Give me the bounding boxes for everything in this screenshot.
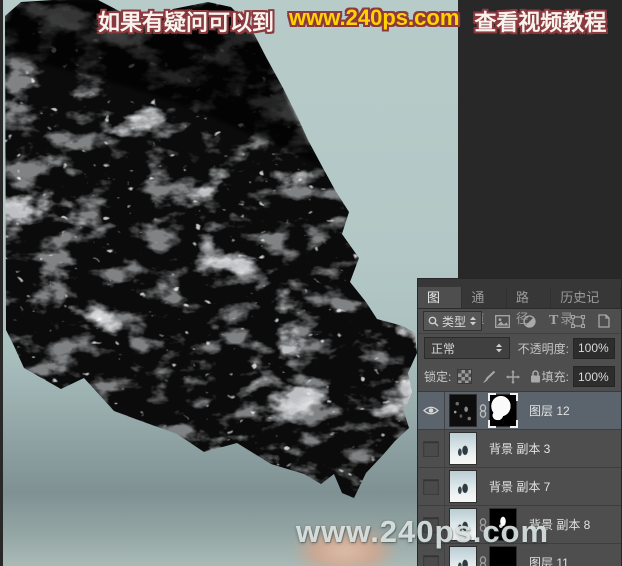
site-watermark: www.240ps.com <box>296 514 550 549</box>
page-icon <box>598 314 611 328</box>
layer-row[interactable]: 背景 副本 3 <box>418 430 621 468</box>
tab-channels[interactable]: 通道 <box>462 287 507 326</box>
filter-combo-label: 类型 <box>442 314 467 329</box>
mask-selection-corner <box>510 420 518 428</box>
shape-icon <box>571 314 586 328</box>
mask-selection-corner <box>488 393 496 401</box>
image-icon <box>495 314 510 328</box>
blend-mode-select[interactable]: 正常 <box>424 337 510 359</box>
mask-link-container <box>477 403 489 418</box>
visibility-toggle[interactable] <box>418 468 445 505</box>
lock-all-button[interactable] <box>530 370 541 383</box>
tutorial-banner: 如果有疑问可以到 www.240ps.com 查看视频教程 <box>98 5 606 37</box>
brush-icon <box>483 370 496 383</box>
visibility-empty-well <box>423 554 439 566</box>
mask-selection-corner <box>488 420 496 428</box>
fill-value[interactable]: 100% <box>573 366 615 387</box>
filter-adjustment-button[interactable] <box>523 314 536 328</box>
adjustment-circle-icon <box>523 314 536 328</box>
layer-thumbnail[interactable] <box>449 432 477 465</box>
lock-position-button[interactable] <box>506 369 521 384</box>
chain-link-icon <box>479 555 487 566</box>
filter-icon-buttons: T <box>495 313 611 329</box>
tab-paths[interactable]: 路径 <box>507 287 552 326</box>
layer-name[interactable]: 图层 11 <box>529 554 569 566</box>
lock-transparency-icon[interactable] <box>457 369 473 384</box>
opacity-value[interactable]: 100% <box>573 337 615 359</box>
tab-history[interactable]: 历史记录 <box>551 287 622 326</box>
opacity-label: 不透明度: <box>517 341 569 356</box>
move-cross-icon <box>506 369 521 384</box>
eye-icon <box>423 406 439 415</box>
filter-shape-button[interactable] <box>571 314 586 328</box>
layer-name[interactable]: 背景 副本 7 <box>489 478 550 495</box>
visibility-toggle[interactable] <box>418 430 445 467</box>
fill-label: 填充: <box>541 370 569 384</box>
banner-prefix: 如果有疑问可以到 <box>98 10 275 35</box>
chain-link-icon <box>479 403 487 418</box>
mask-link-container <box>477 555 489 566</box>
filter-smart-object-button[interactable] <box>598 314 611 328</box>
layer-mask-thumbnail[interactable] <box>488 393 518 428</box>
visibility-empty-well <box>423 440 439 457</box>
layer-thumbnail[interactable] <box>449 470 477 503</box>
blend-mode-value: 正常 <box>431 341 456 356</box>
search-icon <box>428 316 439 326</box>
blend-mode-row: 正常 不透明度: 100% <box>418 334 621 362</box>
layer-name[interactable]: 图层 12 <box>529 402 570 419</box>
filter-pixel-button[interactable] <box>495 314 510 328</box>
lock-buttons <box>457 369 541 384</box>
document-canvas[interactable] <box>3 0 458 566</box>
layer-thumbnail[interactable] <box>449 394 477 427</box>
lock-label: 锁定: <box>424 370 452 384</box>
filter-type-button[interactable]: T <box>549 313 558 329</box>
padlock-icon <box>531 370 541 383</box>
lock-pixels-button[interactable] <box>482 370 496 383</box>
lock-row: 锁定: 填充: 100% <box>418 362 621 392</box>
visibility-empty-well <box>423 478 439 495</box>
layer-row[interactable]: 图层 12 <box>418 392 621 430</box>
layer-filter-row: 类型 T <box>418 309 621 334</box>
layer-name[interactable]: 背景 副本 3 <box>489 440 550 457</box>
panel-tabbar: 图层 通道 路径 历史记录 <box>418 279 622 326</box>
photoshop-screenshot: 如果有疑问可以到 www.240ps.com 查看视频教程 图层 通道 路径 历… <box>0 0 622 566</box>
banner-url[interactable]: www.240ps.com <box>289 5 459 37</box>
mask-selection-corner <box>510 393 518 401</box>
updown-arrows-icon <box>470 316 477 326</box>
visibility-toggle[interactable] <box>418 392 445 429</box>
banner-suffix: 查看视频教程 <box>474 10 607 35</box>
filter-type-combo[interactable]: 类型 <box>423 311 483 331</box>
layer-row[interactable]: 背景 副本 7 <box>418 468 621 506</box>
updown-arrows-icon <box>495 343 502 353</box>
tab-layers[interactable]: 图层 <box>418 287 463 326</box>
liquid-splash-image <box>5 0 417 498</box>
